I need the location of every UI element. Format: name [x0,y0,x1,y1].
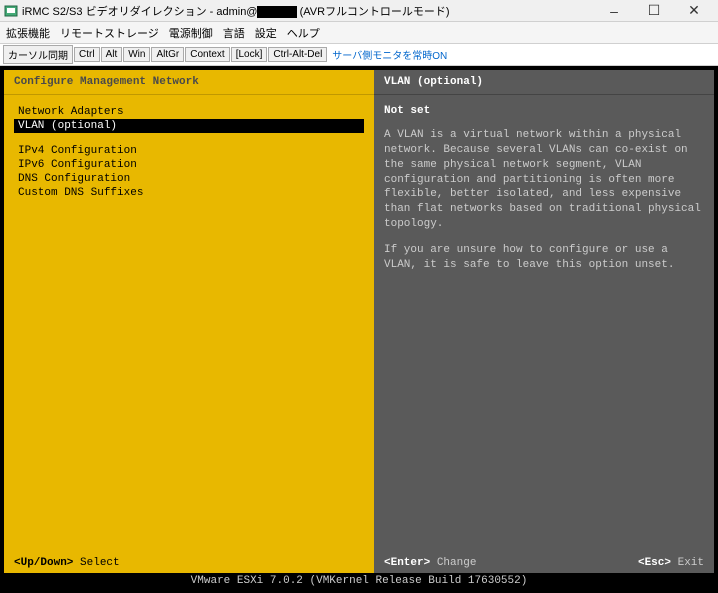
enter-action: Change [437,557,477,569]
altgr-button[interactable]: AltGr [151,47,184,62]
footer-left: <Up/Down> Select [4,553,374,573]
window-titlebar: iRMC S2/S3 ビデオリダイレクション - admin@ (AVRフルコン… [0,0,718,22]
window-controls: – ☐ ✕ [594,0,714,22]
enter-key: <Enter> [384,557,430,569]
close-button[interactable]: ✕ [674,0,714,22]
network-menu-list: Network Adapters VLAN (optional) [14,105,364,133]
vlan-description-2: If you are unsure how to configure or us… [384,243,704,273]
alt-button[interactable]: Alt [101,47,123,62]
menu-vlan-optional[interactable]: VLAN (optional) [14,119,364,133]
menubar: 拡張機能 リモートストレージ 電源制御 言語 設定 ヘルプ [0,22,718,44]
esc-key: <Esc> [638,557,671,569]
footer-right: <Enter> Change <Esc> Exit [374,553,714,573]
context-button[interactable]: Context [185,47,229,62]
menu-remote-storage[interactable]: リモートストレージ [60,25,159,41]
lock-button[interactable]: [Lock] [231,47,268,62]
right-panel: VLAN (optional) Not set A VLAN is a virt… [374,70,714,573]
right-panel-body: Not set A VLAN is a virtual network with… [374,95,714,573]
menu-ipv4-config[interactable]: IPv4 Configuration [14,144,364,158]
minimize-button[interactable]: – [594,0,634,22]
vlan-status: Not set [384,105,704,117]
config-menu-list: IPv4 Configuration IPv6 Configuration DN… [14,144,364,200]
right-panel-header: VLAN (optional) [374,70,714,95]
esc-action: Exit [678,557,704,569]
footer-hints: <Up/Down> Select <Enter> Change <Esc> Ex… [4,553,714,573]
ctrl-alt-del-button[interactable]: Ctrl-Alt-Del [268,47,327,62]
cursor-sync-button[interactable]: カーソル同期 [3,45,73,64]
menu-help[interactable]: ヘルプ [287,25,320,41]
ctrl-button[interactable]: Ctrl [74,47,100,62]
menu-network-adapters[interactable]: Network Adapters [14,105,364,119]
menu-power[interactable]: 電源制御 [169,25,213,41]
menu-ipv6-config[interactable]: IPv6 Configuration [14,158,364,172]
updown-action: Select [80,557,120,569]
menu-custom-dns[interactable]: Custom DNS Suffixes [14,186,364,200]
menu-extensions[interactable]: 拡張機能 [6,25,50,41]
menu-dns-config[interactable]: DNS Configuration [14,172,364,186]
menu-spacer [14,133,364,144]
window-title: iRMC S2/S3 ビデオリダイレクション - admin@ (AVRフルコン… [22,3,594,19]
monitor-status[interactable]: サーバ側モニタを常時ON [332,47,447,62]
title-suffix: (AVRフルコントロールモード) [300,6,450,18]
status-bar: VMware ESXi 7.0.2 (VMKernel Release Buil… [4,573,714,589]
title-prefix: iRMC S2/S3 ビデオリダイレクション - admin@ [22,6,257,18]
console: Configure Management Network Network Ada… [4,70,714,573]
win-button[interactable]: Win [123,47,150,62]
vlan-description-1: A VLAN is a virtual network within a phy… [384,128,704,232]
console-wrapper: Configure Management Network Network Ada… [0,66,718,593]
left-panel: Configure Management Network Network Ada… [4,70,374,573]
app-icon [4,4,18,18]
title-host-redacted [257,6,296,18]
maximize-button[interactable]: ☐ [634,0,674,22]
toolbar: カーソル同期 Ctrl Alt Win AltGr Context [Lock]… [0,44,718,66]
left-panel-header: Configure Management Network [4,70,374,95]
menu-language[interactable]: 言語 [223,25,245,41]
left-panel-body: Network Adapters VLAN (optional) IPv4 Co… [4,95,374,573]
updown-key: <Up/Down> [14,557,73,569]
menu-settings[interactable]: 設定 [255,25,277,41]
